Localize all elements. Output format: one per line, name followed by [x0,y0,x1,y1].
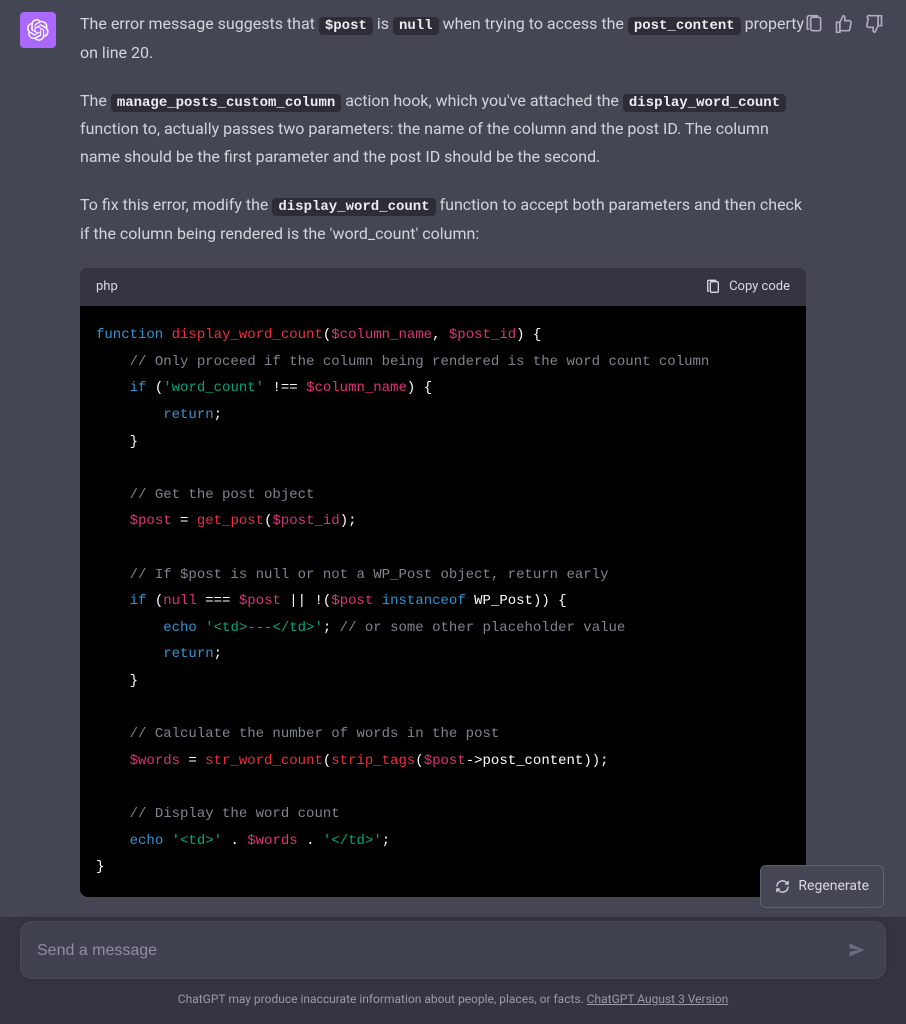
assistant-message: The error message suggests that $post is… [0,0,906,917]
inline-code: null [393,17,439,35]
copy-code-button[interactable]: Copy code [705,276,790,299]
inline-code: $post [319,17,373,35]
regenerate-icon [775,879,790,894]
text: when trying to access the [439,14,628,33]
inline-code: display_word_count [623,94,786,112]
message-content: The error message suggests that $post is… [80,10,886,897]
code-language-label: php [96,276,118,299]
paragraph-1: The error message suggests that $post is… [80,10,806,67]
paragraph-3: To fix this error, modify the display_wo… [80,191,806,248]
text: To fix this error, modify the [80,195,272,214]
thumbs-down-icon[interactable] [864,14,884,34]
text: action hook, which you've attached the [341,91,623,110]
text: The error message suggests that [80,14,319,33]
regenerate-button[interactable]: Regenerate [760,865,884,908]
code-header: php Copy code [80,268,806,307]
code-block: php Copy code function display_word_coun… [80,268,806,897]
composer-area: Regenerate ChatGPT may produce inaccurat… [0,921,906,1024]
footer-text: ChatGPT may produce inaccurate informati… [178,992,587,1006]
message-input[interactable] [37,942,835,960]
message-actions [804,14,884,34]
copy-icon[interactable] [804,14,824,34]
text: function to, actually passes two paramet… [80,119,769,166]
message-input-container[interactable] [20,921,886,979]
text: is [373,14,393,33]
openai-icon [27,19,49,41]
footer-disclaimer: ChatGPT may produce inaccurate informati… [20,989,886,1010]
footer-version-link[interactable]: ChatGPT August 3 Version [587,992,728,1006]
thumbs-up-icon[interactable] [834,14,854,34]
inline-code: display_word_count [272,198,435,216]
copy-code-label: Copy code [729,276,790,299]
clipboard-icon [705,279,721,295]
code-content[interactable]: function display_word_count($column_name… [80,306,806,896]
assistant-avatar [20,12,56,48]
inline-code: post_content [628,17,741,35]
inline-code: manage_posts_custom_column [111,94,341,112]
send-button[interactable] [841,934,873,966]
regenerate-label: Regenerate [798,874,869,899]
send-icon [847,940,867,960]
text: The [80,91,111,110]
paragraph-2: The manage_posts_custom_column action ho… [80,87,806,172]
